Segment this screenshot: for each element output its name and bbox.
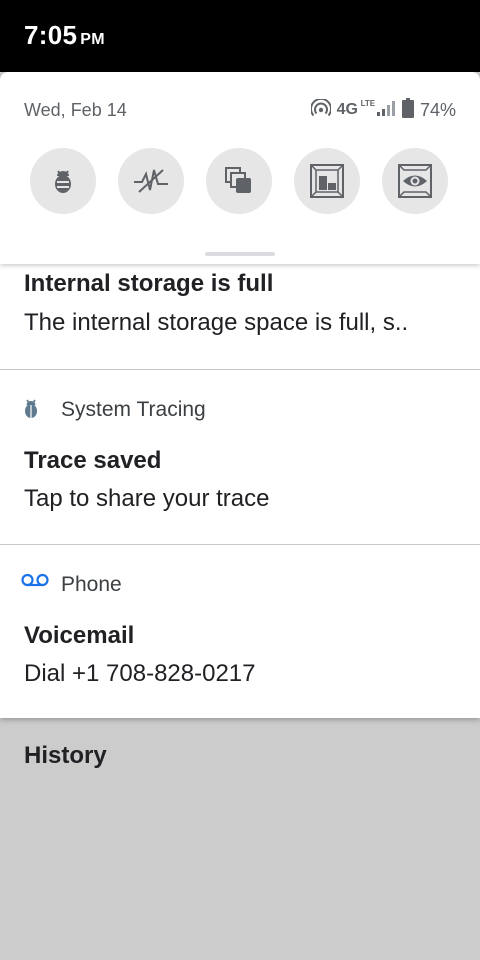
date-label[interactable]: Wed, Feb 14	[24, 100, 127, 121]
network-type-sub: LTE	[360, 99, 376, 108]
status-bar: 7:05 PM	[0, 0, 480, 72]
battery-icon	[401, 97, 414, 123]
notification-storage[interactable]: Internal storage is full The internal st…	[0, 264, 480, 369]
notification-title: Internal storage is full	[24, 270, 274, 297]
notification-app-name: System Tracing	[61, 398, 206, 421]
pulse-icon	[134, 169, 168, 193]
signal-icon	[376, 100, 396, 121]
tile-bug-icon[interactable]	[30, 148, 96, 214]
quick-settings-tiles	[30, 148, 450, 214]
network-type: 4G LTE	[336, 99, 376, 119]
notification-text: The internal storage space is full, s..	[24, 309, 409, 336]
clock: 7:05 PM	[24, 20, 105, 51]
notification-title: Voicemail	[24, 622, 135, 649]
tile-pulse-icon[interactable]	[118, 148, 184, 214]
notification-list: Internal storage is full The internal st…	[0, 264, 480, 718]
bug-icon	[55, 170, 71, 193]
notification-title: Trace saved	[24, 447, 162, 474]
tile-stack-icon[interactable]	[206, 148, 272, 214]
stack-icon	[225, 167, 251, 193]
notification-text: Tap to share your trace	[24, 485, 270, 512]
drag-handle[interactable]	[205, 252, 275, 256]
quick-settings-panel: Wed, Feb 14 4G LTE 74%	[0, 72, 480, 264]
history-button[interactable]: History	[24, 742, 107, 770]
tile-frame-icon[interactable]	[294, 148, 360, 214]
status-icons: 4G LTE 74%	[309, 97, 456, 123]
notification-system-tracing[interactable]: System Tracing Trace saved Tap to share …	[0, 370, 480, 544]
voicemail-icon	[21, 573, 49, 592]
hotspot-icon	[309, 97, 332, 122]
notification-text: Dial +1 708-828-0217	[24, 660, 256, 687]
tile-eye-icon[interactable]	[382, 148, 448, 214]
notification-voicemail[interactable]: Phone Voicemail Dial +1 708-828-0217	[0, 545, 480, 718]
eye-icon	[398, 164, 432, 198]
clock-time: 7:05	[24, 20, 78, 50]
bug-icon	[22, 399, 40, 424]
battery-percent: 74%	[419, 99, 456, 120]
clock-ampm: PM	[80, 31, 105, 48]
notification-app-name: Phone	[61, 573, 122, 596]
network-type-label: 4G	[336, 101, 358, 118]
frame-icon	[310, 164, 344, 198]
